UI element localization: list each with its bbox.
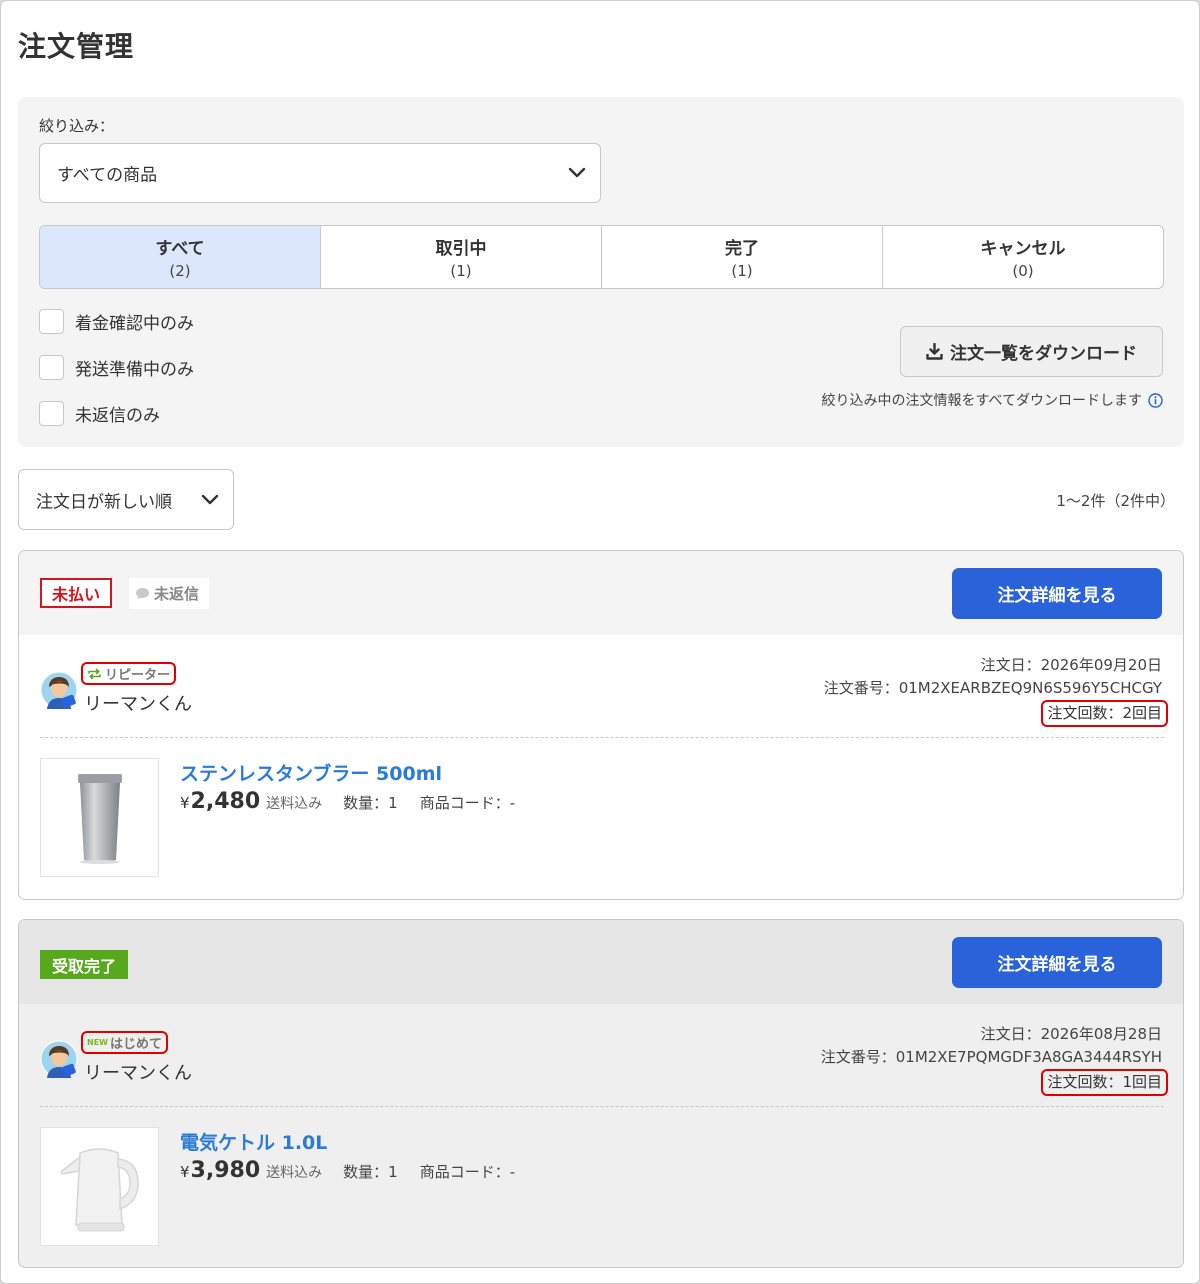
speech-bubble-icon xyxy=(136,588,149,599)
product-name-link[interactable]: 電気ケトル 1.0L xyxy=(180,1128,327,1155)
order-date: 注文日：2026年09月20日 xyxy=(980,656,1162,674)
product-price: 2,480 xyxy=(190,789,261,814)
checkbox-payment-pending[interactable]: 着金確認中のみ xyxy=(39,309,194,334)
order-meta: 注文日：2026年09月20日 注文番号：01M2XEARBZEQ9N6S596… xyxy=(823,654,1168,727)
repeat-icon xyxy=(88,668,101,679)
tab-label: キャンセル xyxy=(980,239,1066,259)
buyer-name: リーマンくん xyxy=(84,694,192,715)
currency-symbol: ¥ xyxy=(180,794,190,812)
tab-count: (0) xyxy=(1012,262,1034,280)
checkbox-label: 発送準備中のみ xyxy=(75,360,194,380)
order-detail-button[interactable]: 注文詳細を見る xyxy=(952,937,1162,988)
download-orders-button[interactable]: 注文一覧をダウンロード xyxy=(900,326,1163,377)
new-tag: NEW xyxy=(87,1038,108,1047)
status-badge-received: 受取完了 xyxy=(40,950,129,979)
price-line: ¥ 2,480 送料込み 数量：1 商品コード：- xyxy=(180,789,515,814)
sort-select[interactable]: 注文日が新しい順 xyxy=(18,469,234,530)
quantity: 数量：1 xyxy=(343,1163,398,1181)
order-card-header: 受取完了 注文詳細を見る xyxy=(19,920,1183,1004)
tab-in-progress[interactable]: 取引中 (1) xyxy=(321,226,602,288)
tumbler-image xyxy=(77,773,122,864)
reply-status-badge: 未返信 xyxy=(129,578,210,609)
price-line: ¥ 3,980 送料込み 数量：1 商品コード：- xyxy=(180,1158,515,1183)
divider xyxy=(40,1106,1164,1107)
order-count: 注文回数：1回目 xyxy=(1041,1069,1168,1096)
tab-count: (2) xyxy=(169,262,191,280)
checkbox[interactable] xyxy=(39,355,64,380)
order-count: 注文回数：2回目 xyxy=(1041,700,1168,727)
status-badge-unpaid: 未払い xyxy=(40,578,113,608)
avatar xyxy=(40,671,78,709)
divider xyxy=(40,737,1164,738)
order-detail-button[interactable]: 注文詳細を見る xyxy=(952,568,1162,619)
buyer-badge-label: はじめて xyxy=(109,1037,162,1052)
download-note-text: 絞り込み中の注文情報をすべてダウンロードします xyxy=(821,393,1142,409)
kettle-image xyxy=(59,1147,139,1231)
product-thumbnail[interactable] xyxy=(40,758,159,877)
avatar xyxy=(40,1040,78,1078)
checkbox[interactable] xyxy=(39,309,64,334)
info-icon[interactable] xyxy=(1148,392,1163,408)
download-icon xyxy=(926,343,943,360)
download-note: 絞り込み中の注文情報をすべてダウンロードします xyxy=(822,390,1163,410)
product-filter-select[interactable]: すべての商品 xyxy=(39,143,601,203)
buyer-name: リーマンくん xyxy=(84,1063,192,1084)
product-price: 3,980 xyxy=(190,1158,261,1183)
checkbox-label: 着金確認中のみ xyxy=(75,314,194,334)
buyer-badge-repeater: リピーター xyxy=(81,662,177,685)
shipping-note: 送料込み xyxy=(266,796,323,812)
product-filter-value: すべての商品 xyxy=(57,165,158,186)
sort-value: 注文日が新しい順 xyxy=(36,492,172,512)
order-number: 注文番号：01M2XEARBZEQ9N6S596Y5CHCGY xyxy=(823,679,1162,697)
filter-label: 絞り込み： xyxy=(39,117,115,135)
page-frame: 注文管理 絞り込み： すべての商品 すべて (2) 取引中 (1) 完了 (1)… xyxy=(0,0,1200,1284)
tab-completed[interactable]: 完了 (1) xyxy=(602,226,883,288)
product-code: 商品コード：- xyxy=(419,1163,516,1181)
tab-cancelled[interactable]: キャンセル (0) xyxy=(883,226,1163,288)
order-meta: 注文日：2026年08月28日 注文番号：01M2XE7PQMGDF3A8GA3… xyxy=(820,1023,1168,1096)
tab-label: 完了 xyxy=(725,239,759,259)
product-code: 商品コード：- xyxy=(419,794,516,812)
tab-all[interactable]: すべて (2) xyxy=(40,226,321,288)
checkbox-label: 未返信のみ xyxy=(75,406,160,426)
tab-label: すべて xyxy=(155,239,205,259)
currency-symbol: ¥ xyxy=(180,1163,190,1181)
shipping-note: 送料込み xyxy=(266,1165,323,1181)
quantity: 数量：1 xyxy=(343,794,398,812)
chevron-down-icon xyxy=(568,167,586,178)
product-thumbnail[interactable] xyxy=(40,1127,159,1246)
tab-label: 取引中 xyxy=(435,239,487,259)
filter-panel: 絞り込み： すべての商品 すべて (2) 取引中 (1) 完了 (1) キャンセ… xyxy=(18,97,1184,447)
order-card: 未払い 未返信 注文詳細を見る リピーター リーマンくん 注文日：2026年09… xyxy=(18,550,1184,900)
tab-count: (1) xyxy=(731,262,753,280)
checkbox[interactable] xyxy=(39,401,64,426)
order-date: 注文日：2026年08月28日 xyxy=(980,1025,1162,1043)
checkbox-unreplied[interactable]: 未返信のみ xyxy=(39,401,160,426)
order-number: 注文番号：01M2XE7PQMGDF3A8GA3444RSYH xyxy=(820,1048,1162,1066)
order-card-header: 未払い 未返信 注文詳細を見る xyxy=(19,551,1183,635)
status-tabs: すべて (2) 取引中 (1) 完了 (1) キャンセル (0) xyxy=(39,225,1164,289)
reply-status-label: 未返信 xyxy=(154,585,200,603)
result-count: 1〜2件（2件中） xyxy=(1056,492,1175,510)
page-title: 注文管理 xyxy=(18,30,135,63)
order-card: 受取完了 注文詳細を見る NEW はじめて リーマンくん 注文日：2026年08… xyxy=(18,919,1184,1268)
buyer-badge-label: リピーター xyxy=(105,668,171,683)
download-button-label: 注文一覧をダウンロード xyxy=(950,344,1137,364)
buyer-badge-first-time: NEW はじめて xyxy=(81,1031,168,1054)
chevron-down-icon xyxy=(201,494,219,504)
checkbox-shipping-prep[interactable]: 発送準備中のみ xyxy=(39,355,194,380)
product-name-link[interactable]: ステンレスタンブラー 500ml xyxy=(180,759,442,786)
tab-count: (1) xyxy=(450,262,472,280)
